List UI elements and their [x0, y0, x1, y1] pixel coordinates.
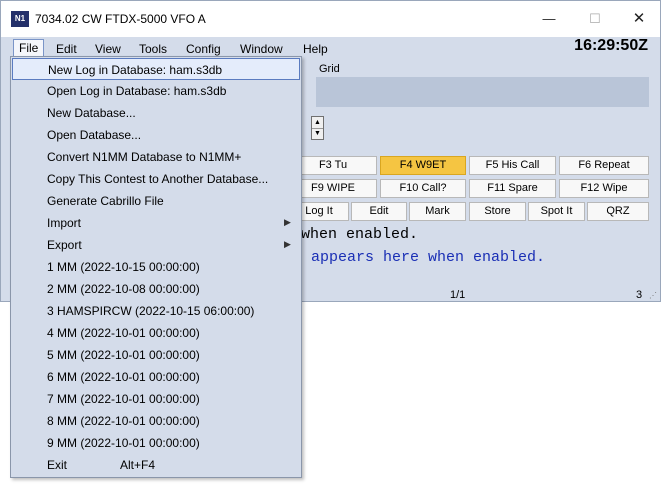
menu-item-exit[interactable]: Exit Alt+F4: [12, 454, 300, 476]
menu-item-recent-7[interactable]: 7 MM (2022-10-01 00:00:00): [12, 388, 300, 410]
n1mm-logo-icon[interactable]: N1: [11, 11, 29, 27]
qrz-button[interactable]: QRZ: [587, 202, 649, 221]
menu-item-label: 7 MM (2022-10-01 00:00:00): [47, 392, 200, 406]
menu-item-recent-8[interactable]: 8 MM (2022-10-01 00:00:00): [12, 410, 300, 432]
fkey-f5[interactable]: F5 His Call: [469, 156, 556, 175]
grid-label: Grid: [319, 63, 340, 75]
menu-help[interactable]: Help: [298, 40, 333, 58]
menu-item-label: 9 MM (2022-10-01 00:00:00): [47, 436, 200, 450]
submenu-arrow-icon: ▶: [284, 239, 291, 249]
menu-item-new-database[interactable]: New Database...: [12, 102, 300, 124]
fkey-f11[interactable]: F11 Spare: [469, 179, 556, 198]
menu-item-label: Open Log in Database: ham.s3db: [47, 84, 227, 98]
minimize-button[interactable]: —: [529, 7, 569, 31]
status-count: 3: [636, 289, 643, 301]
menu-item-open-log[interactable]: Open Log in Database: ham.s3db: [12, 80, 300, 102]
menu-item-recent-4[interactable]: 4 MM (2022-10-01 00:00:00): [12, 322, 300, 344]
menu-item-label: New Log in Database: ham.s3db: [48, 63, 223, 77]
submenu-arrow-icon: ▶: [284, 217, 291, 227]
menu-item-recent-9[interactable]: 9 MM (2022-10-01 00:00:00): [12, 432, 300, 454]
status-page-indicator: 1/1: [450, 289, 466, 301]
menu-item-label: 8 MM (2022-10-01 00:00:00): [47, 414, 200, 428]
maximize-button[interactable]: ☐: [575, 7, 615, 31]
spinner-control[interactable]: ▲ ▼: [311, 116, 324, 140]
menu-item-label: Generate Cabrillo File: [47, 194, 164, 208]
fkey-f4[interactable]: F4 W9ET: [380, 156, 466, 175]
menu-item-label: 1 MM (2022-10-15 00:00:00): [47, 260, 200, 274]
close-button[interactable]: ✕: [619, 7, 659, 31]
menu-item-import[interactable]: Import ▶: [12, 212, 300, 234]
menu-item-generate-cabrillo[interactable]: Generate Cabrillo File: [12, 190, 300, 212]
menu-item-label: 5 MM (2022-10-01 00:00:00): [47, 348, 200, 362]
menu-item-label: 3 HAMSPIRCW (2022-10-15 06:00:00): [47, 304, 255, 318]
spin-down-icon[interactable]: ▼: [312, 128, 323, 139]
menu-item-recent-6[interactable]: 6 MM (2022-10-01 00:00:00): [12, 366, 300, 388]
info-message-line1: when enabled.: [301, 226, 419, 243]
fkey-f6[interactable]: F6 Repeat: [559, 156, 649, 175]
menu-item-recent-2[interactable]: 2 MM (2022-10-08 00:00:00): [12, 278, 300, 300]
edit-button[interactable]: Edit: [351, 202, 407, 221]
mark-button[interactable]: Mark: [409, 202, 466, 221]
menu-item-label: Convert N1MM Database to N1MM+: [47, 150, 242, 164]
menu-item-recent-1[interactable]: 1 MM (2022-10-15 00:00:00): [12, 256, 300, 278]
fkey-f9[interactable]: F9 WIPE: [289, 179, 377, 198]
menu-item-label: Open Database...: [47, 128, 142, 142]
file-menu-dropdown: New Log in Database: ham.s3db Open Log i…: [10, 56, 302, 478]
menu-item-shortcut: Alt+F4: [120, 458, 156, 472]
window-title: 7034.02 CW FTDX-5000 VFO A: [35, 12, 206, 26]
utc-clock: 16:29:50Z: [574, 37, 648, 54]
fkey-f3[interactable]: F3 Tu: [289, 156, 377, 175]
menu-item-label: 2 MM (2022-10-08 00:00:00): [47, 282, 200, 296]
menu-item-recent-3[interactable]: 3 HAMSPIRCW (2022-10-15 06:00:00): [12, 300, 300, 322]
menu-item-label: 6 MM (2022-10-01 00:00:00): [47, 370, 200, 384]
menu-item-recent-5[interactable]: 5 MM (2022-10-01 00:00:00): [12, 344, 300, 366]
fkey-f10[interactable]: F10 Call?: [380, 179, 466, 198]
menu-item-label: Exit: [47, 458, 68, 472]
store-button[interactable]: Store: [469, 202, 526, 221]
grid-field[interactable]: [316, 77, 649, 107]
menu-item-label: Copy This Contest to Another Database...: [47, 172, 269, 186]
menu-item-convert-database[interactable]: Convert N1MM Database to N1MM+: [12, 146, 300, 168]
menu-item-label: Import: [47, 216, 82, 230]
menu-item-label: Export: [47, 238, 82, 252]
menu-item-open-database[interactable]: Open Database...: [12, 124, 300, 146]
menu-item-export[interactable]: Export ▶: [12, 234, 300, 256]
menu-item-label: 4 MM (2022-10-01 00:00:00): [47, 326, 200, 340]
spot-it-button[interactable]: Spot It: [528, 202, 585, 221]
menu-item-label: New Database...: [47, 106, 136, 120]
resize-grip-icon[interactable]: ⋰: [649, 291, 659, 301]
title-bar: N1 7034.02 CW FTDX-5000 VFO A — ☐ ✕: [1, 1, 660, 37]
menu-item-new-log[interactable]: New Log in Database: ham.s3db: [12, 58, 300, 80]
info-message-line2: appears here when enabled.: [311, 249, 546, 266]
menu-item-copy-contest[interactable]: Copy This Contest to Another Database...: [12, 168, 300, 190]
fkey-f12[interactable]: F12 Wipe: [559, 179, 649, 198]
